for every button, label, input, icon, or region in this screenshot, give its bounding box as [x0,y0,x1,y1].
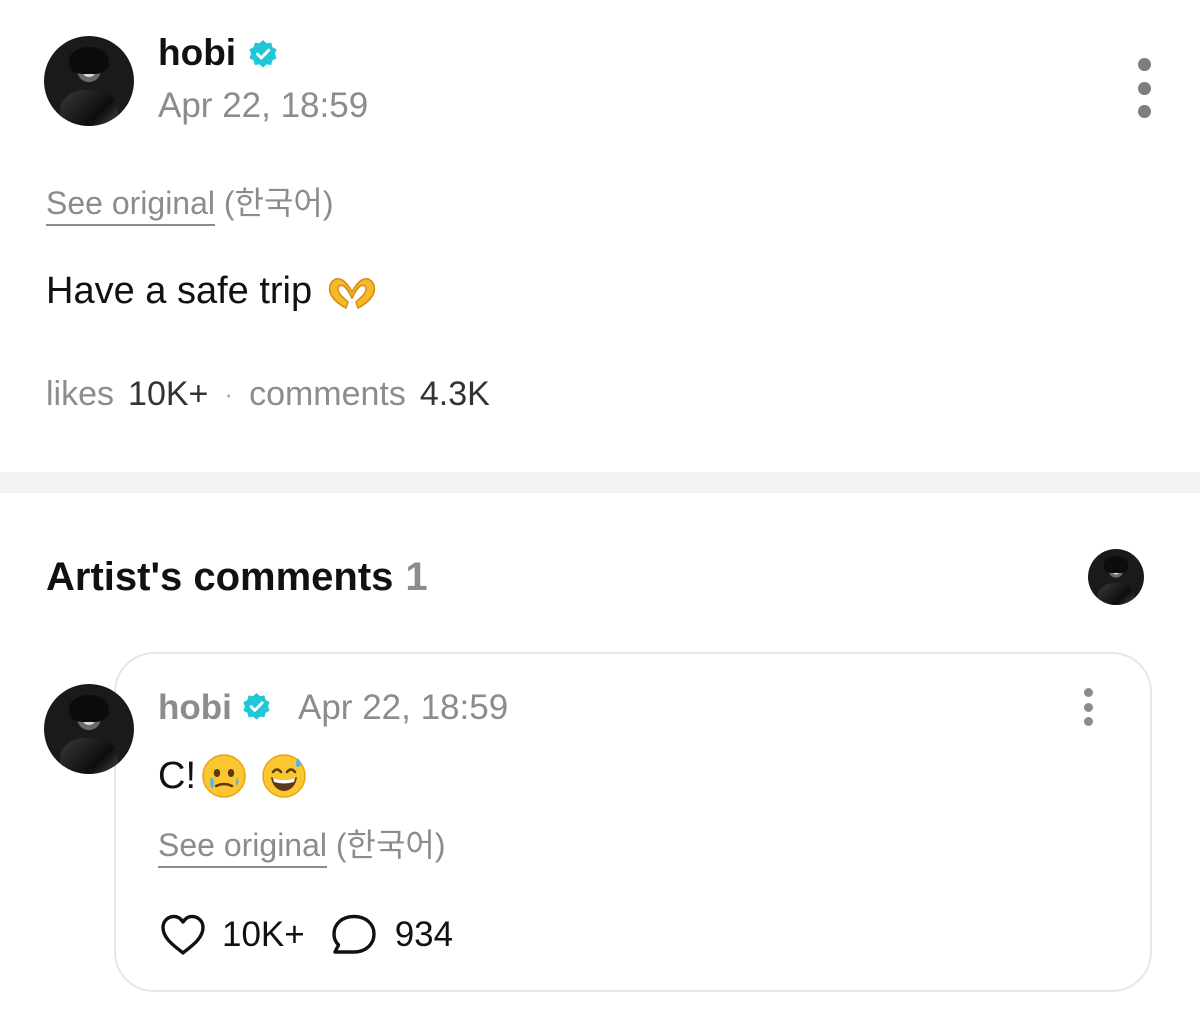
artist-filter-avatar[interactable] [1088,549,1144,605]
verified-badge-icon [249,40,277,68]
comment-reply-count: 934 [394,915,454,954]
post-author-name[interactable]: hobi [158,32,236,74]
verified-badge-icon [243,692,270,720]
post-timestamp: Apr 22, 18:59 [158,86,369,125]
artist-comments-count: 1 [405,555,428,599]
artist-comments-title-text: Artist's comments [46,555,394,599]
dot-icon [1137,105,1151,118]
comment-text: C! [158,754,196,797]
dot-icon [1083,717,1093,726]
comment-see-original: See original (한국어) [158,820,446,868]
post-body: Have a safe trip [46,270,378,313]
dot-icon [1137,81,1151,95]
post-author-avatar[interactable] [44,36,134,126]
comment-like-count: 10K+ [222,915,305,954]
grinning-face-with-sweat-emoji [262,754,306,798]
likes-count: 10K+ [128,375,209,413]
see-original-link[interactable]: See original [46,185,215,226]
post-more-options-icon[interactable] [1130,58,1158,118]
face-holding-back-tears-emoji [202,754,246,798]
see-original-link[interactable]: See original [158,827,327,868]
comment-actions: 10K+ 934 [158,912,453,958]
comment-timestamp: Apr 22, 18:59 [298,688,509,727]
comment-author-avatar[interactable] [44,684,134,774]
stats-separator: · [224,379,234,409]
original-language-label: (한국어) [335,827,446,863]
comments-label[interactable]: comments [249,375,406,414]
original-language-label: (한국어) [223,185,334,221]
artist-comments-title: Artist's comments 1 [46,555,428,600]
reply-bubble-icon[interactable] [329,912,379,958]
dot-icon [1083,702,1093,712]
comment-author-name[interactable]: hobi [158,688,232,728]
post-text: Have a safe trip [46,270,313,312]
heart-hands-emoji [329,277,376,309]
comments-count[interactable]: 4.3K [420,375,490,414]
dot-icon [1083,688,1093,697]
post-stats: likes 10K+ · comments 4.3K [46,375,490,414]
comment-body: C! [158,752,308,800]
dot-icon [1137,58,1151,71]
comment-more-options-icon[interactable] [1078,688,1098,726]
likes-label: likes [46,375,115,413]
heart-icon[interactable] [158,912,208,958]
section-divider [0,472,1200,493]
post-see-original: See original (한국어) [46,178,334,226]
